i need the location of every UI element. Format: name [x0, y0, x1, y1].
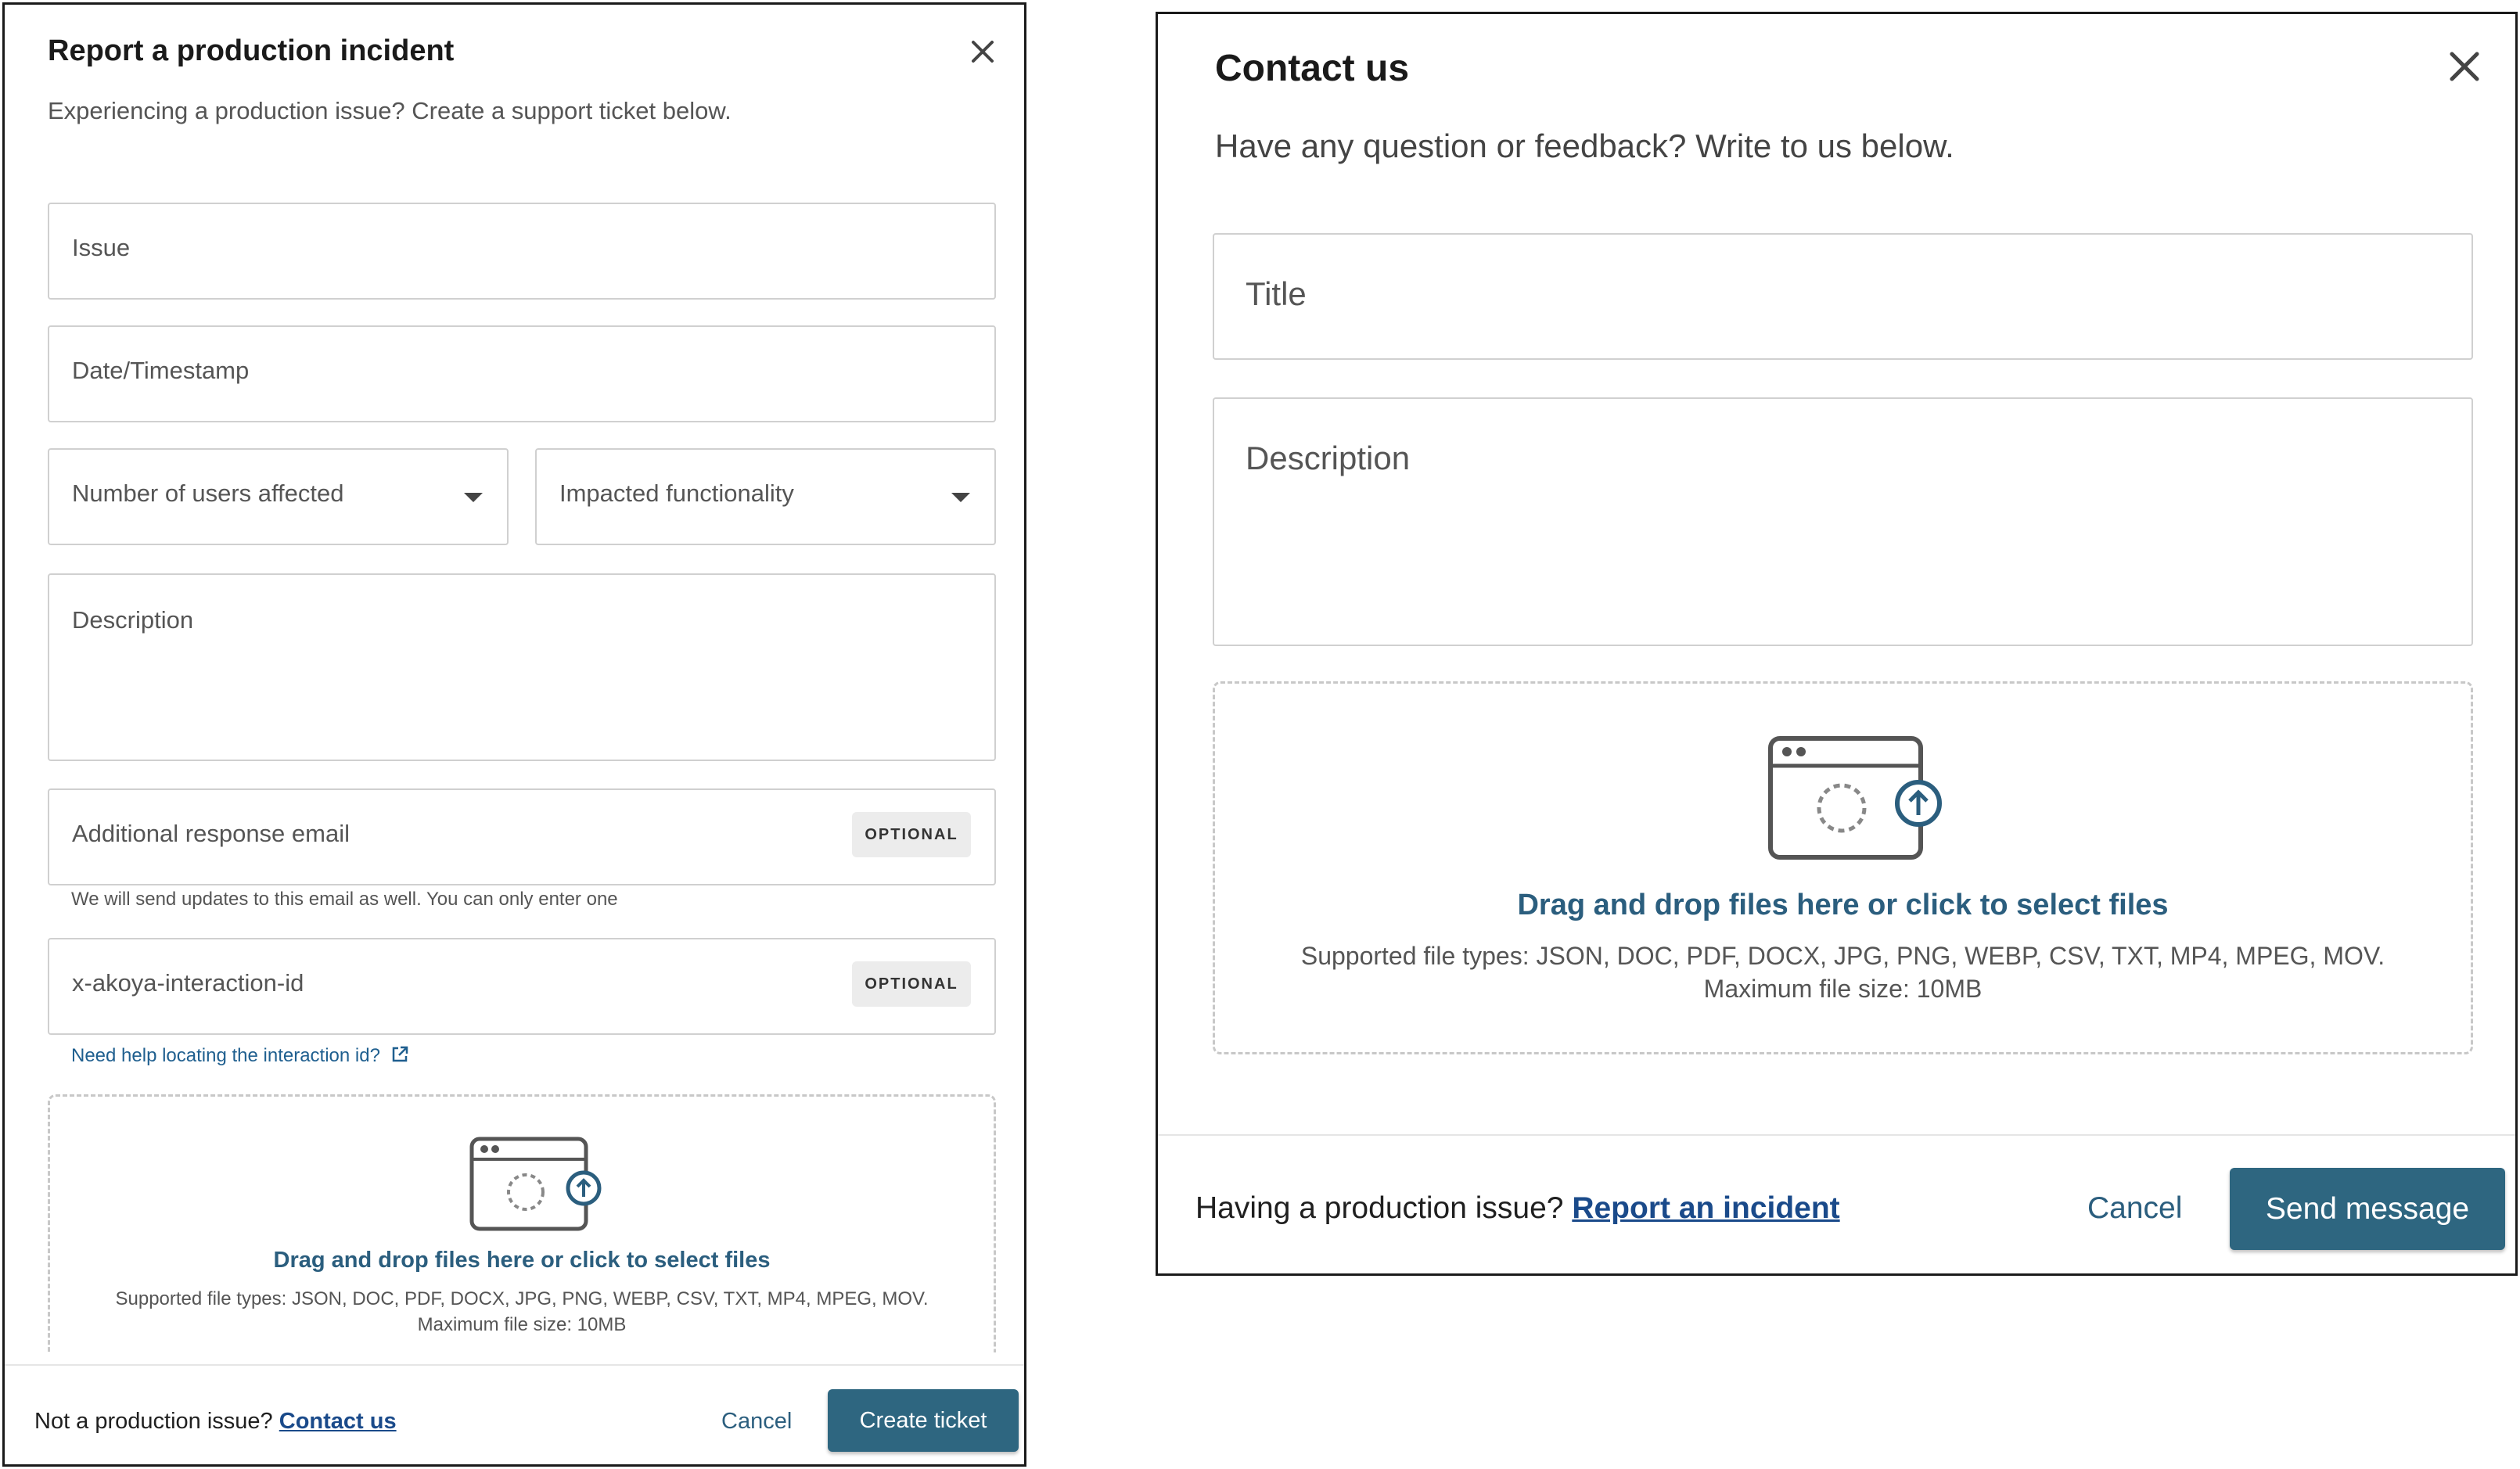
title-input[interactable]: Title — [1213, 233, 2473, 360]
interaction-placeholder: x-akoya-interaction-id — [72, 969, 304, 997]
dropzone-max-size: Maximum file size: 10MB — [1703, 975, 1983, 1003]
chevron-down-icon — [951, 493, 970, 502]
report-incident-modal: Report a production incident Experiencin… — [2, 2, 1026, 1467]
dropzone-file-types: Supported file types: JSON, DOC, PDF, DO… — [1300, 942, 2385, 970]
report-incident-link[interactable]: Report an incident — [1572, 1191, 1839, 1225]
dropzone-title: Drag and drop files here or click to sel… — [1517, 889, 2169, 921]
optional-badge: OPTIONAL — [852, 961, 971, 1007]
dropzone-max-size: Maximum file size: 10MB — [417, 1314, 627, 1335]
date-timestamp-input[interactable]: Date/Timestamp — [48, 325, 996, 422]
create-ticket-button[interactable]: Create ticket — [828, 1389, 1019, 1452]
dropzone-title: Drag and drop files here or click to sel… — [273, 1248, 771, 1273]
file-dropzone[interactable]: Drag and drop files here or click to sel… — [48, 1094, 996, 1352]
email-placeholder: Additional response email — [72, 820, 350, 847]
interaction-help-link[interactable]: Need help locating the interaction id? — [71, 1045, 409, 1067]
interaction-help-link-label: Need help locating the interaction id? — [71, 1045, 380, 1066]
footer-question: Not a production issue? — [34, 1409, 273, 1434]
send-message-button[interactable]: Send message — [2230, 1168, 2505, 1250]
footer-divider — [5, 1364, 1024, 1366]
description-textarea[interactable]: Description — [48, 573, 996, 761]
impacted-functionality-select[interactable]: Impacted functionality — [535, 448, 996, 545]
description-textarea[interactable]: Description — [1213, 397, 2473, 646]
impacted-functionality-placeholder: Impacted functionality — [559, 479, 794, 507]
additional-email-input[interactable]: Additional response email OPTIONAL — [48, 788, 996, 885]
modal-title: Report a production incident — [48, 34, 455, 67]
modal-title: Contact us — [1215, 48, 1410, 89]
users-affected-select[interactable]: Number of users affected — [48, 448, 509, 545]
modal-subtitle: Have any question or feedback? Write to … — [1215, 128, 1954, 164]
contact-us-link[interactable]: Contact us — [279, 1409, 397, 1434]
modal-subtitle: Experiencing a production issue? Create … — [48, 97, 732, 124]
interaction-id-input[interactable]: x-akoya-interaction-id OPTIONAL — [48, 938, 996, 1035]
footer-divider — [1158, 1134, 2515, 1136]
footer-text: Not a production issue? Contact us — [34, 1409, 397, 1435]
email-helper-text: We will send updates to this email as we… — [71, 889, 618, 910]
external-link-icon — [392, 1046, 408, 1062]
file-dropzone[interactable]: Drag and drop files here or click to sel… — [1213, 681, 2473, 1054]
issue-input[interactable]: Issue — [48, 203, 996, 300]
footer-question: Having a production issue? — [1195, 1191, 1564, 1225]
close-icon[interactable] — [967, 36, 998, 67]
contact-us-modal: Contact us Have any question or feedback… — [1156, 12, 2518, 1276]
issue-placeholder: Issue — [72, 234, 131, 261]
file-upload-icon — [1768, 736, 1942, 860]
users-affected-placeholder: Number of users affected — [72, 479, 344, 507]
chevron-down-icon — [464, 493, 483, 502]
dropzone-file-types: Supported file types: JSON, DOC, PDF, DO… — [115, 1288, 929, 1309]
close-icon[interactable] — [2445, 47, 2484, 86]
cancel-button[interactable]: Cancel — [721, 1409, 792, 1435]
footer-text: Having a production issue? Report an inc… — [1195, 1191, 1840, 1226]
title-placeholder: Title — [1246, 275, 1307, 312]
optional-badge: OPTIONAL — [852, 812, 971, 857]
date-placeholder: Date/Timestamp — [72, 357, 250, 384]
description-placeholder: Description — [1246, 440, 1411, 476]
cancel-button[interactable]: Cancel — [2087, 1191, 2182, 1226]
file-upload-icon — [469, 1137, 602, 1231]
description-placeholder: Description — [72, 606, 194, 634]
